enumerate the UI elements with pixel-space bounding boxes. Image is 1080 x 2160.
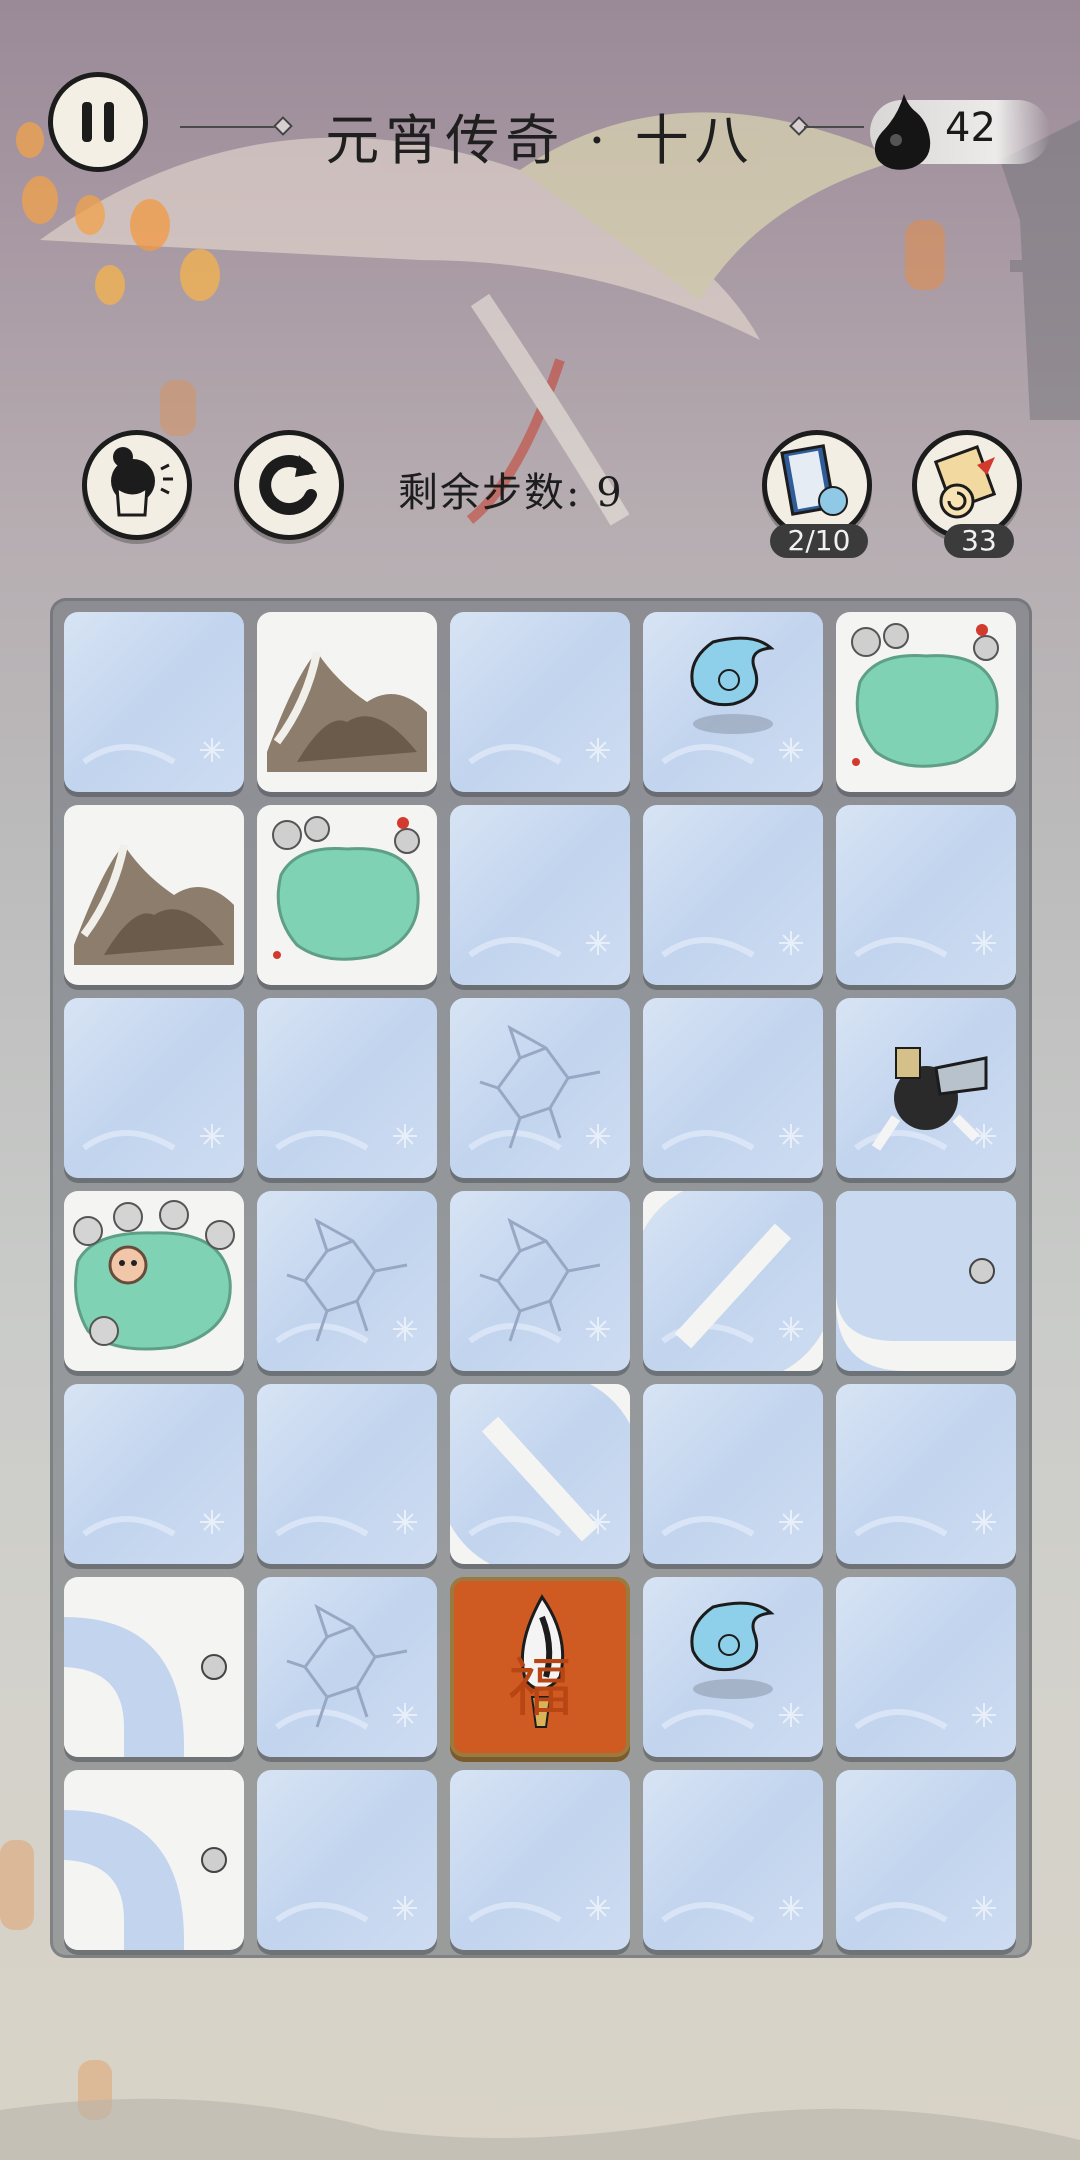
ink-count: 42 (945, 105, 996, 151)
tile-art (854, 1896, 996, 1923)
tile-art (661, 1896, 803, 1923)
tile-r7-c3-ice[interactable] (450, 1770, 630, 1950)
tile-art (854, 1047, 996, 1151)
tile-art (854, 1510, 996, 1537)
tile-art (836, 1191, 1016, 1371)
tile-r4-c5-path-curve[interactable] (836, 1191, 1016, 1371)
tile-r2-c4-ice[interactable] (643, 805, 823, 985)
tile-art (275, 1603, 417, 1730)
tile-r3-c3-cracked-ice[interactable] (450, 998, 630, 1178)
tile-art (450, 1384, 630, 1564)
tile-r5-c5-ice[interactable] (836, 1384, 1016, 1564)
tile-art (854, 1703, 996, 1730)
book-count: 2/10 (770, 524, 868, 558)
tile-art (275, 1896, 417, 1923)
tile-r4-c3-cracked-ice[interactable] (450, 1191, 630, 1371)
remaining-steps: 剩余步数: 9 (398, 470, 624, 516)
pause-button[interactable] (48, 72, 148, 172)
tile-r7-c5-ice[interactable] (836, 1770, 1016, 1950)
tile-r2-c2-pond-flower[interactable] (257, 805, 437, 985)
tile-r1-c3-ice[interactable] (450, 612, 630, 792)
tile-r2-c1-mountain[interactable] (64, 805, 244, 985)
tile-r3-c1-ice[interactable] (64, 998, 244, 1178)
character-hint-icon (111, 447, 173, 517)
title-divider-right (804, 126, 864, 128)
tile-art (661, 1510, 803, 1537)
tile-r1-c1-ice[interactable] (64, 612, 244, 792)
tile-art (64, 1617, 227, 1757)
tile-r3-c5-ice-player[interactable] (836, 998, 1016, 1178)
tile-art (272, 816, 420, 961)
tile-art (854, 931, 996, 958)
tile-r1-c2-mountain[interactable] (257, 612, 437, 792)
tile-r7-c1-snow-curve[interactable] (64, 1770, 244, 1950)
tile-r5-c1-ice[interactable] (64, 1384, 244, 1564)
top-bar: 元宵传奇 · 十八 42 (0, 0, 1080, 280)
scroll-icon (933, 445, 997, 519)
tile-art (267, 651, 427, 772)
hint-button[interactable] (82, 430, 192, 540)
title-divider-left (180, 126, 280, 128)
tile-r2-c3-ice[interactable] (450, 805, 630, 985)
restart-icon (259, 455, 317, 516)
tile-art (661, 1601, 803, 1730)
tile-art (661, 1124, 803, 1151)
book-icon (780, 444, 848, 516)
tile-r6-c5-ice[interactable] (836, 1577, 1016, 1757)
tile-art (275, 1510, 417, 1537)
tile-r2-c5-ice[interactable] (836, 805, 1016, 985)
level-title: 元宵传奇 · 十八 (325, 109, 755, 172)
tile-art (468, 738, 610, 765)
tile-art (82, 738, 224, 765)
tile-art (82, 1124, 224, 1151)
tile-art (275, 1217, 417, 1344)
tile-art (851, 623, 999, 768)
tile-r6-c2-cracked-ice[interactable] (257, 1577, 437, 1757)
tile-r6-c3-fu-torch[interactable]: 福 (450, 1577, 630, 1757)
tile-r3-c2-ice[interactable] (257, 998, 437, 1178)
tile-r7-c4-ice[interactable] (643, 1770, 823, 1950)
tile-art (73, 1200, 235, 1351)
tile-art (643, 1191, 823, 1371)
tile-art (64, 1810, 227, 1950)
scroll-count: 33 (944, 524, 1014, 558)
tile-r5-c2-ice[interactable] (257, 1384, 437, 1564)
tile-art (82, 1510, 224, 1537)
tile-art (468, 1896, 610, 1923)
tile-r1-c4-ice-spirit[interactable] (643, 612, 823, 792)
tile-r1-c5-pond-flower[interactable] (836, 612, 1016, 792)
tile-art (74, 844, 234, 965)
tile-art (468, 931, 610, 958)
tile-r5-c3-path-diagonal-rev[interactable] (450, 1384, 630, 1564)
tile-r5-c4-ice[interactable] (643, 1384, 823, 1564)
tile-r4-c2-cracked-ice[interactable] (257, 1191, 437, 1371)
fu-glyph: 福 (508, 1652, 572, 1726)
tile-r4-c1-pond-monkey[interactable] (64, 1191, 244, 1371)
tile-r4-c4-path-diagonal[interactable] (643, 1191, 823, 1371)
pause-icon (82, 102, 92, 142)
tile-art (468, 1217, 610, 1344)
tile-art (275, 1124, 417, 1151)
tile-art (661, 636, 803, 765)
tile-r7-c2-ice[interactable] (257, 1770, 437, 1950)
tile-r6-c1-snow-curve[interactable] (64, 1577, 244, 1757)
tile-r3-c4-ice[interactable] (643, 998, 823, 1178)
tile-r6-c4-ice-spirit[interactable] (643, 1577, 823, 1757)
ink-drop-icon (874, 94, 931, 170)
restart-button[interactable] (234, 430, 344, 540)
puzzle-board: 福 (50, 598, 1032, 1958)
tile-art (468, 1024, 610, 1151)
tile-art (661, 931, 803, 958)
